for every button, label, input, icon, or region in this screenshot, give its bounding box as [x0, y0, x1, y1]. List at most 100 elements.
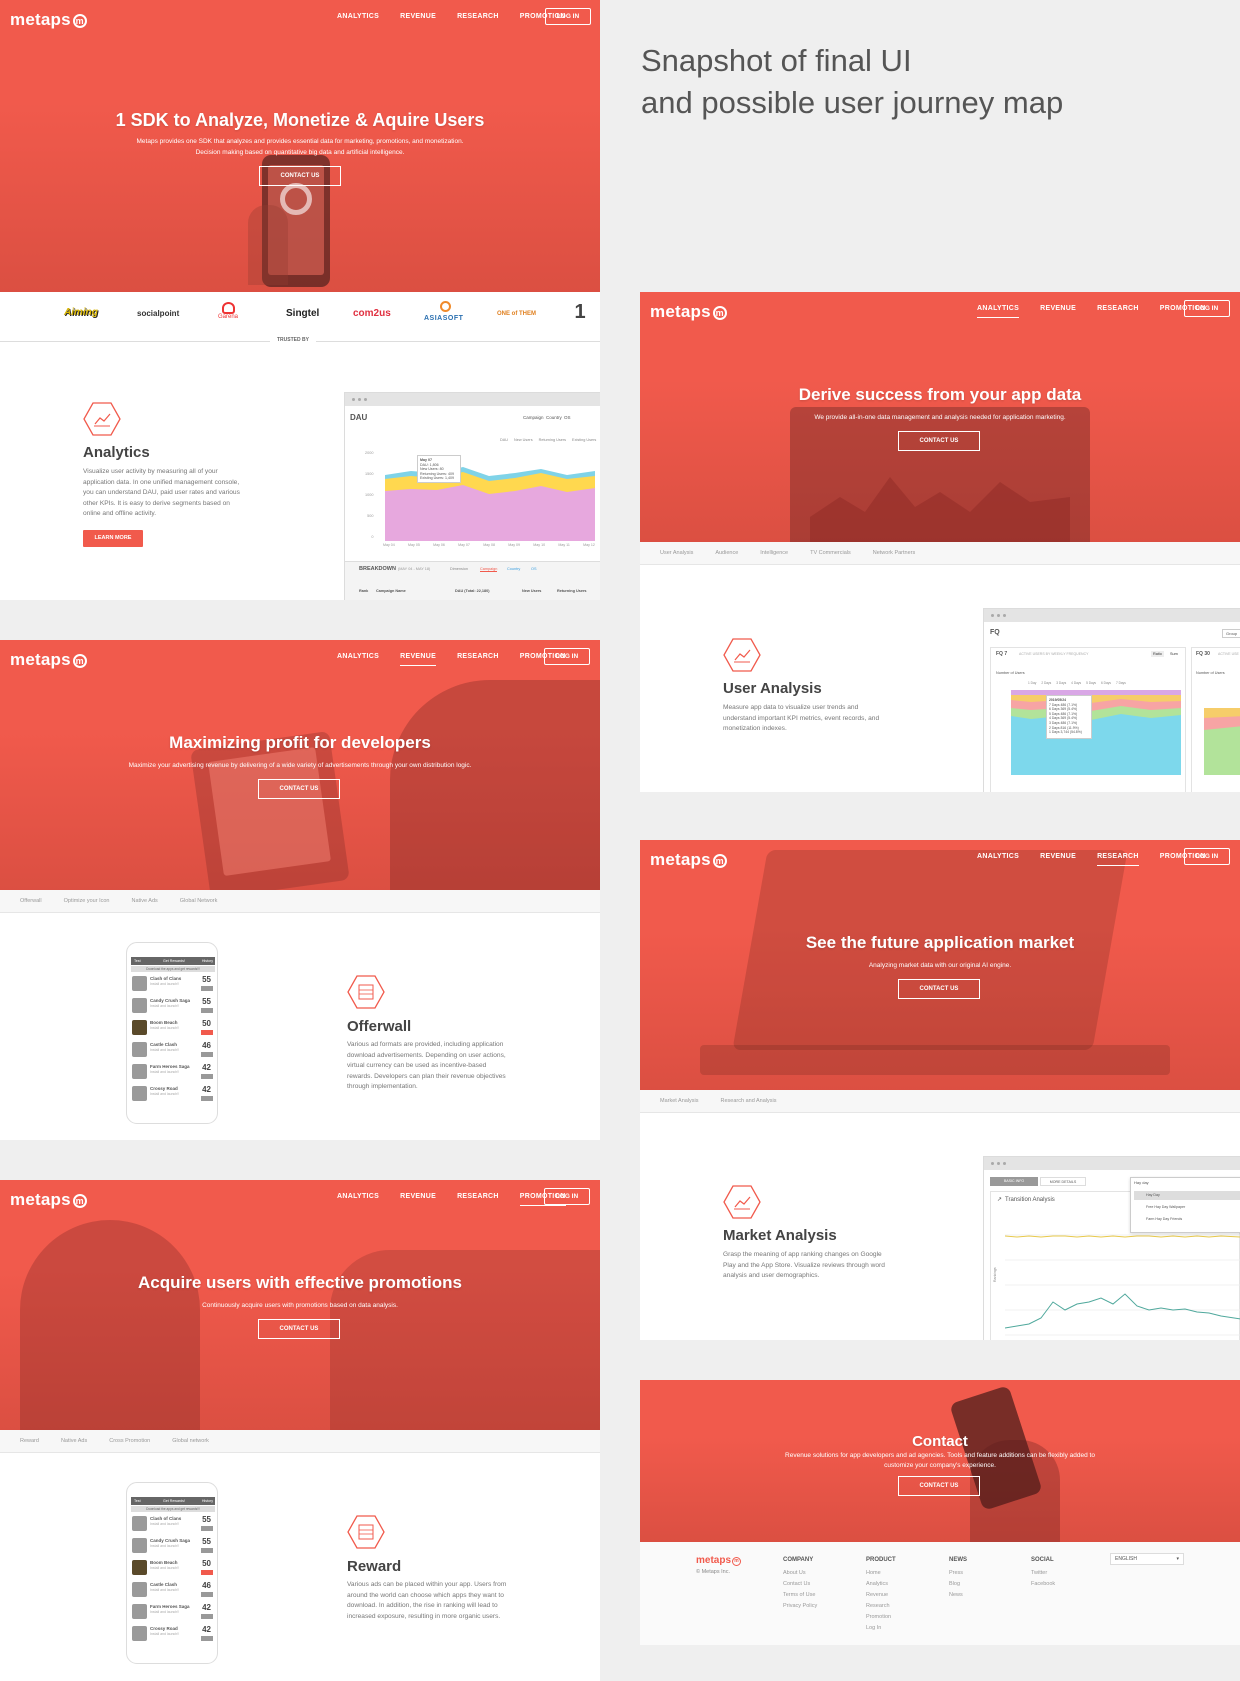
nav-revenue[interactable]: REVENUE: [400, 653, 437, 666]
metaps-logo[interactable]: metaps m: [10, 1190, 87, 1210]
subnav-market-analysis[interactable]: Market Analysis: [660, 1098, 699, 1104]
footer-link[interactable]: About Us: [783, 1568, 817, 1579]
subnav-native-ads[interactable]: Native Ads: [131, 898, 157, 904]
subnav-optimize-icon[interactable]: Optimize your Icon: [64, 898, 110, 904]
nav-analytics[interactable]: ANALYTICS: [977, 305, 1020, 318]
offer-row[interactable]: Crossy Road Install and launch!! 42: [132, 1625, 214, 1643]
subnav-network-partners[interactable]: Network Partners: [873, 550, 916, 556]
nav-research[interactable]: RESEARCH: [1097, 305, 1139, 318]
tab-basic-info[interactable]: BASIC INFO: [990, 1177, 1038, 1186]
offer-row[interactable]: Boom Beach Install and launch!! 50: [132, 1559, 214, 1577]
trend-icon: ↗: [997, 1197, 1003, 1203]
analytics-page: metaps m ANALYTICS REVENUE RESEARCH PROMO…: [640, 292, 1240, 792]
contact-us-button[interactable]: CONTACT US: [259, 166, 341, 186]
subnav-intelligence[interactable]: Intelligence: [760, 550, 788, 556]
search-result[interactable]: Farm Hay Day Friends: [1134, 1215, 1240, 1224]
login-button[interactable]: LOG IN: [544, 1188, 590, 1205]
subnav-offerwall[interactable]: Offerwall: [20, 898, 42, 904]
hero-subtitle-2: Decision making based on quantitative bi…: [195, 149, 405, 156]
nav-analytics[interactable]: ANALYTICS: [337, 653, 379, 666]
metaps-logo[interactable]: metaps m: [650, 850, 727, 870]
footer-link[interactable]: Revenue: [866, 1590, 896, 1601]
footer-logo[interactable]: metaps m: [696, 1555, 742, 1566]
metaps-logo[interactable]: metaps m: [650, 302, 727, 322]
subnav-reward[interactable]: Reward: [20, 1438, 39, 1444]
contact-us-button[interactable]: CONTACT US: [258, 779, 340, 799]
nav-revenue[interactable]: REVENUE: [1040, 853, 1076, 866]
offer-row[interactable]: Candy Crush Saga Install and launch!! 55: [132, 1537, 214, 1555]
subnav-research-analysis[interactable]: Research and Analysis: [721, 1098, 777, 1104]
footer-link[interactable]: Twitter: [1031, 1568, 1055, 1579]
footer-link[interactable]: Log In: [866, 1623, 896, 1634]
subnav-global-network[interactable]: Global network: [172, 1438, 209, 1444]
login-button[interactable]: LOG IN: [1184, 848, 1230, 865]
offer-row[interactable]: Candy Crush Saga Install and launch!! 55: [132, 997, 214, 1015]
fq-sum-toggle[interactable]: Sum: [1168, 651, 1180, 657]
breakdown-tab-os[interactable]: OS: [531, 567, 537, 571]
fq-group-button[interactable]: Group: [1222, 629, 1240, 638]
footer-link[interactable]: Analytics: [866, 1579, 896, 1590]
subnav-cross-promotion[interactable]: Cross Promotion: [109, 1438, 150, 1444]
nav-research[interactable]: RESEARCH: [457, 1193, 499, 1206]
offer-row[interactable]: Boom Beach Install and launch!! 50: [132, 1019, 214, 1037]
offer-row[interactable]: Clash of Clans Install and launch!! 55: [132, 975, 214, 993]
footer-link[interactable]: Blog: [949, 1579, 967, 1590]
nav-research[interactable]: RESEARCH: [457, 653, 499, 666]
login-button[interactable]: LOG IN: [544, 648, 590, 665]
nav-research[interactable]: RESEARCH: [1097, 853, 1139, 866]
home-hero: metaps m ANALYTICS REVENUE RESEARCH PROMO…: [0, 0, 600, 292]
footer-news: NEWS Press Blog News: [949, 1555, 967, 1601]
app-search-input[interactable]: Hay day: [1134, 1180, 1149, 1185]
language-select[interactable]: ENGLISH ▾: [1110, 1553, 1184, 1565]
offer-row[interactable]: Farm Heroes Saga Install and launch!! 42: [132, 1063, 214, 1081]
subnav-global-network[interactable]: Global Network: [180, 898, 218, 904]
breakdown-tab-campaign[interactable]: Campaign: [480, 567, 498, 572]
learn-more-button[interactable]: LEARN MORE: [83, 530, 143, 547]
nav-analytics[interactable]: ANALYTICS: [337, 1193, 379, 1206]
breakdown-tab-dimension[interactable]: Dimension: [450, 567, 468, 571]
nav-analytics[interactable]: ANALYTICS: [977, 853, 1019, 866]
login-button[interactable]: LOG IN: [1184, 300, 1230, 317]
offer-row[interactable]: Farm Heroes Saga Install and launch!! 42: [132, 1603, 214, 1621]
nav-analytics[interactable]: ANALYTICS: [337, 13, 379, 25]
contact-us-button[interactable]: CONTACT US: [258, 1319, 340, 1339]
tab-more-details[interactable]: MORE DETAILS: [1040, 1177, 1086, 1186]
footer-link[interactable]: Research: [866, 1601, 896, 1612]
nav-revenue[interactable]: REVENUE: [400, 1193, 436, 1206]
nav-research[interactable]: RESEARCH: [457, 13, 499, 25]
footer-link[interactable]: Contact Us: [783, 1579, 817, 1590]
research-subnav: Market Analysis Research and Analysis: [640, 1090, 1240, 1113]
metaps-logo[interactable]: metaps m: [10, 650, 87, 670]
subnav-audience[interactable]: Audience: [715, 550, 738, 556]
subnav-native-ads[interactable]: Native Ads: [61, 1438, 87, 1444]
dau-title: DAU: [350, 413, 368, 422]
logo-aiming: Aiming: [64, 307, 98, 318]
offer-row[interactable]: Clash of Clans Install and launch!! 55: [132, 1515, 214, 1533]
footer-link[interactable]: News: [949, 1590, 967, 1601]
footer-link[interactable]: Privacy Policy: [783, 1601, 817, 1612]
contact-us-button[interactable]: CONTACT US: [898, 979, 980, 999]
dau-filter-country[interactable]: Country: [546, 415, 562, 420]
nav-revenue[interactable]: REVENUE: [1040, 305, 1076, 318]
footer-link[interactable]: Home: [866, 1568, 896, 1579]
dau-filter-campaign[interactable]: Campaign: [523, 415, 544, 420]
footer-link[interactable]: Terms of Use: [783, 1590, 817, 1601]
metaps-logo[interactable]: metaps m: [10, 10, 87, 30]
nav-revenue[interactable]: REVENUE: [400, 13, 436, 25]
fq-ratio-toggle[interactable]: Ratio: [1151, 651, 1164, 657]
search-result[interactable]: Free Hay Day Wallpaper: [1134, 1203, 1240, 1212]
subnav-tv-commercials[interactable]: TV Commercials: [810, 550, 851, 556]
contact-us-button[interactable]: CONTACT US: [898, 1476, 980, 1496]
dau-filter-os[interactable]: OS: [564, 415, 571, 420]
contact-us-button[interactable]: CONTACT US: [898, 431, 980, 451]
footer-link[interactable]: Promotion: [866, 1612, 896, 1623]
offer-row[interactable]: Castle Clash Install and launch!! 46: [132, 1041, 214, 1059]
footer-link[interactable]: Press: [949, 1568, 967, 1579]
offer-row[interactable]: Castle Clash Install and launch!! 46: [132, 1581, 214, 1599]
footer-link[interactable]: Facebook: [1031, 1579, 1055, 1590]
breakdown-tab-country[interactable]: Country: [507, 567, 520, 571]
subnav-user-analysis[interactable]: User Analysis: [660, 550, 693, 556]
login-button[interactable]: LOG IN: [545, 8, 591, 25]
search-result[interactable]: Hay Day: [1134, 1191, 1240, 1200]
offer-row[interactable]: Crossy Road Install and launch!! 42: [132, 1085, 214, 1103]
